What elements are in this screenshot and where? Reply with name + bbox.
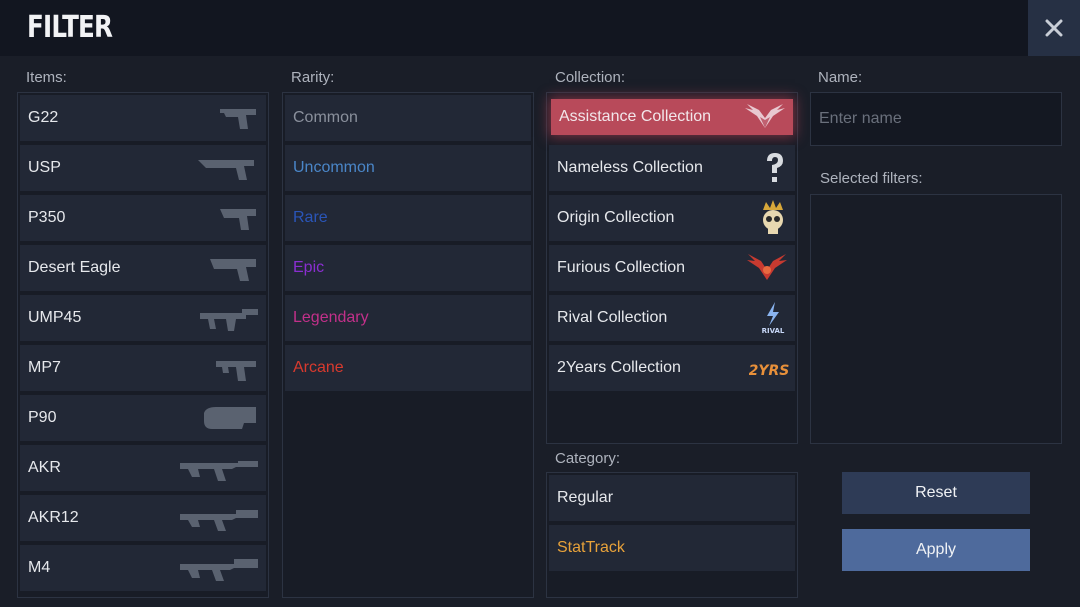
rifle-icon xyxy=(178,445,260,491)
item-mp7[interactable]: MP7 xyxy=(20,345,266,391)
rarity-common[interactable]: Common xyxy=(285,95,531,141)
category-list: Regular StatTrack xyxy=(546,472,798,598)
collection-assistance[interactable]: Assistance Collection xyxy=(551,99,793,135)
item-akr[interactable]: AKR xyxy=(20,445,266,491)
apply-button[interactable]: Apply xyxy=(842,529,1030,571)
rarity-arcane[interactable]: Arcane xyxy=(285,345,531,391)
category-label-text: Regular xyxy=(557,489,614,506)
question-mark-icon xyxy=(761,145,789,191)
pistol-icon xyxy=(216,195,260,241)
rifle-icon xyxy=(178,545,260,591)
collection-origin[interactable]: Origin Collection xyxy=(549,195,795,241)
selected-filters-label: Selected filters: xyxy=(820,170,923,187)
rarity-label: Arcane xyxy=(293,359,344,376)
item-p90[interactable]: P90 xyxy=(20,395,266,441)
rarity-label: Uncommon xyxy=(293,159,375,176)
rarity-label: Rarity: xyxy=(291,69,335,86)
collection-label: Collection: xyxy=(555,69,626,86)
rarity-label: Legendary xyxy=(293,309,369,326)
skull-crown-icon xyxy=(757,195,789,241)
pistol-icon xyxy=(196,145,260,191)
collection-nameless[interactable]: Nameless Collection xyxy=(549,145,795,191)
collection-2years[interactable]: 2Years Collection 2YRS xyxy=(549,345,795,391)
rarity-uncommon[interactable]: Uncommon xyxy=(285,145,531,191)
item-ump45[interactable]: UMP45 xyxy=(20,295,266,341)
item-desert-eagle[interactable]: Desert Eagle xyxy=(20,245,266,291)
name-label: Name: xyxy=(818,69,863,86)
item-akr12[interactable]: AKR12 xyxy=(20,495,266,541)
rarity-list: Common Uncommon Rare Epic Legendary Arca… xyxy=(282,92,534,598)
selected-filters-box xyxy=(810,194,1062,444)
category-stattrack[interactable]: StatTrack xyxy=(549,525,795,571)
collection-list: Assistance Collection Nameless Collectio… xyxy=(546,92,798,444)
item-usp[interactable]: USP xyxy=(20,145,266,191)
collection-rival[interactable]: Rival Collection RIVAL xyxy=(549,295,795,341)
smg-icon xyxy=(214,345,260,391)
close-icon xyxy=(1045,19,1063,37)
collection-label: Nameless Collection xyxy=(557,159,703,176)
pistol-icon xyxy=(216,95,260,141)
close-button[interactable] xyxy=(1028,0,1080,56)
rarity-legendary[interactable]: Legendary xyxy=(285,295,531,341)
rival-logo-text: RIVAL xyxy=(762,327,785,335)
collection-furious[interactable]: Furious Collection xyxy=(549,245,795,291)
rarity-epic[interactable]: Epic xyxy=(285,245,531,291)
items-label: Items: xyxy=(26,69,67,86)
items-list: G22 USP P350 Desert Eagle UMP45 MP7 P90 … xyxy=(17,92,269,598)
reset-button[interactable]: Reset xyxy=(842,472,1030,514)
item-g22[interactable]: G22 xyxy=(20,95,266,141)
category-label: Category: xyxy=(555,450,621,467)
item-p350[interactable]: P350 xyxy=(20,195,266,241)
rarity-label: Epic xyxy=(293,259,325,276)
wings-emblem-icon xyxy=(743,99,787,135)
red-wings-icon xyxy=(745,245,789,291)
pistol-icon xyxy=(208,245,260,291)
category-regular[interactable]: Regular xyxy=(549,475,795,521)
rifle-icon xyxy=(178,495,260,541)
smg-icon xyxy=(198,295,260,341)
smg-icon xyxy=(200,395,260,441)
rarity-rare[interactable]: Rare xyxy=(285,195,531,241)
rival-logo-icon: RIVAL xyxy=(757,295,789,341)
page-title: FILTER xyxy=(27,10,113,45)
rarity-label: Rare xyxy=(293,209,328,226)
item-m4[interactable]: M4 xyxy=(20,545,266,591)
two-years-logo-text: 2YRS xyxy=(749,363,789,379)
category-label-text: StatTrack xyxy=(557,539,625,556)
name-input[interactable] xyxy=(810,92,1062,146)
two-years-logo-icon: 2YRS xyxy=(749,345,789,391)
top-bar: FILTER xyxy=(0,0,1080,56)
rarity-label: Common xyxy=(293,109,358,126)
